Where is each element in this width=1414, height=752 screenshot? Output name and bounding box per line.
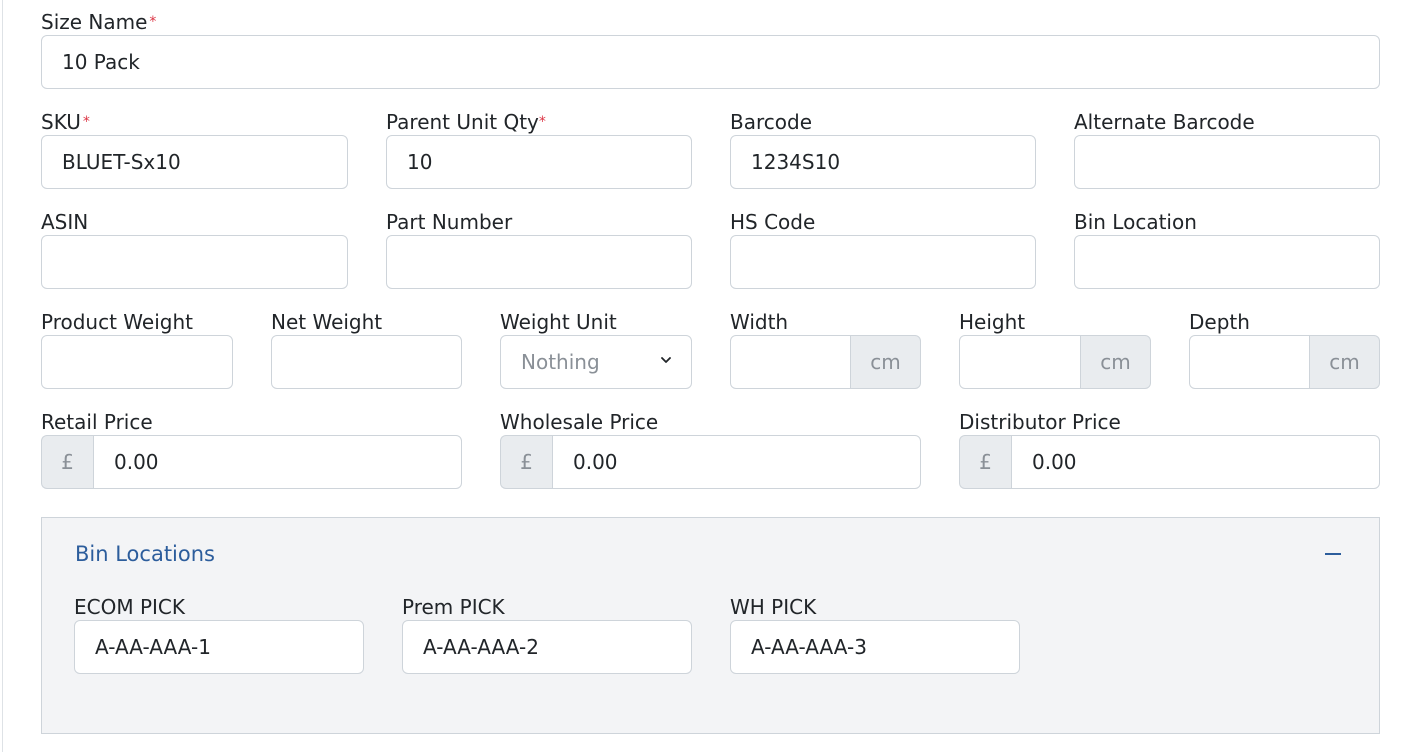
asin-label: ASIN — [41, 210, 89, 234]
wholesale-price-input[interactable]: 0.00 — [552, 435, 921, 489]
depth-field: Depth cm — [1189, 309, 1380, 391]
alternate-barcode-input[interactable] — [1074, 135, 1380, 189]
hs-code-label: HS Code — [730, 210, 816, 234]
part-number-input[interactable] — [386, 235, 692, 289]
parent-unit-qty-field: Parent Unit Qty* 10 — [386, 109, 692, 191]
width-input-group: cm — [730, 335, 921, 389]
sku-label-text: SKU — [41, 110, 81, 134]
chevron-down-icon — [661, 357, 671, 363]
required-marker: * — [82, 114, 90, 130]
wholesale-price-label: Wholesale Price — [500, 410, 659, 434]
height-unit-addon: cm — [1081, 335, 1151, 389]
sku-input[interactable]: BLUET-Sx10 — [41, 135, 348, 189]
asin-input[interactable] — [41, 235, 348, 289]
alternate-barcode-label: Alternate Barcode — [1074, 110, 1255, 134]
distributor-price-input-group: £ 0.00 — [959, 435, 1380, 489]
bin-location-label: Bin Location — [1074, 210, 1197, 234]
required-marker: * — [149, 14, 157, 30]
collapse-minus-icon[interactable] — [1325, 553, 1341, 555]
barcode-input[interactable]: 1234S10 — [730, 135, 1036, 189]
barcode-label: Barcode — [730, 110, 812, 134]
pound-currency-icon: £ — [41, 435, 93, 489]
retail-price-input[interactable]: 0.00 — [93, 435, 462, 489]
height-input-group: cm — [959, 335, 1151, 389]
part-number-field: Part Number — [386, 209, 692, 291]
retail-price-input-group: £ 0.00 — [41, 435, 462, 489]
width-label: Width — [730, 310, 789, 334]
hs-code-field: HS Code — [730, 209, 1036, 291]
wholesale-price-input-group: £ 0.00 — [500, 435, 921, 489]
width-field: Width cm — [730, 309, 921, 391]
parent-unit-qty-label-text: Parent Unit Qty — [386, 110, 539, 134]
weight-unit-select[interactable]: Nothing — [500, 335, 692, 389]
bin-location-wh-pick-input[interactable]: A-AA-AAA-3 — [730, 620, 1020, 674]
weight-unit-label: Weight Unit — [500, 310, 617, 334]
depth-label: Depth — [1189, 310, 1250, 334]
retail-price-field: Retail Price £ 0.00 — [41, 409, 462, 491]
product-weight-input[interactable] — [41, 335, 233, 389]
pound-currency-icon: £ — [500, 435, 552, 489]
parent-unit-qty-label: Parent Unit Qty* — [386, 109, 546, 135]
bin-location-ecom-pick-field: ECOM PICK A-AA-AAA-1 — [74, 594, 364, 676]
required-marker: * — [538, 114, 546, 130]
weight-unit-field: Weight Unit Nothing — [500, 309, 692, 391]
part-number-label: Part Number — [386, 210, 513, 234]
alternate-barcode-field: Alternate Barcode — [1074, 109, 1380, 191]
asin-field: ASIN — [41, 209, 348, 291]
product-weight-label: Product Weight — [41, 310, 193, 334]
width-unit-addon: cm — [851, 335, 921, 389]
distributor-price-label: Distributor Price — [959, 410, 1121, 434]
depth-input-group: cm — [1189, 335, 1380, 389]
distributor-price-field: Distributor Price £ 0.00 — [959, 409, 1380, 491]
bin-location-ecom-pick-input[interactable]: A-AA-AAA-1 — [74, 620, 364, 674]
barcode-field: Barcode 1234S10 — [730, 109, 1036, 191]
bin-location-label: Prem PICK — [402, 595, 505, 619]
net-weight-input[interactable] — [271, 335, 462, 389]
height-input[interactable] — [959, 335, 1081, 389]
bin-locations-title: Bin Locations — [75, 542, 215, 566]
size-name-input[interactable]: 10 Pack — [41, 35, 1380, 89]
bin-location-prem-pick-field: Prem PICK A-AA-AAA-2 — [402, 594, 692, 676]
sku-label: SKU * — [41, 109, 90, 135]
wholesale-price-field: Wholesale Price £ 0.00 — [500, 409, 921, 491]
retail-price-label: Retail Price — [41, 410, 153, 434]
size-name-label-text: Size Name — [41, 10, 148, 34]
weight-unit-selected-value: Nothing — [521, 350, 600, 374]
bin-location-prem-pick-input[interactable]: A-AA-AAA-2 — [402, 620, 692, 674]
height-label: Height — [959, 310, 1026, 334]
size-name-label: Size Name * — [41, 9, 156, 35]
net-weight-label: Net Weight — [271, 310, 383, 334]
hs-code-input[interactable] — [730, 235, 1036, 289]
pound-currency-icon: £ — [959, 435, 1011, 489]
sku-field: SKU * BLUET-Sx10 — [41, 109, 348, 191]
bin-location-field: Bin Location — [1074, 209, 1380, 291]
depth-input[interactable] — [1189, 335, 1310, 389]
bin-location-input[interactable] — [1074, 235, 1380, 289]
bin-location-wh-pick-field: WH PICK A-AA-AAA-3 — [730, 594, 1020, 676]
bin-locations-panel: Bin Locations ECOM PICK A-AA-AAA-1 Prem … — [41, 517, 1380, 734]
page-left-border — [2, 0, 3, 752]
depth-unit-addon: cm — [1310, 335, 1380, 389]
net-weight-field: Net Weight — [271, 309, 462, 391]
height-field: Height cm — [959, 309, 1151, 391]
product-weight-field: Product Weight — [41, 309, 233, 391]
distributor-price-input[interactable]: 0.00 — [1011, 435, 1380, 489]
size-name-field: Size Name * 10 Pack — [41, 9, 1380, 91]
width-input[interactable] — [730, 335, 851, 389]
bin-location-label: WH PICK — [730, 595, 817, 619]
parent-unit-qty-input[interactable]: 10 — [386, 135, 692, 189]
bin-location-label: ECOM PICK — [74, 595, 185, 619]
